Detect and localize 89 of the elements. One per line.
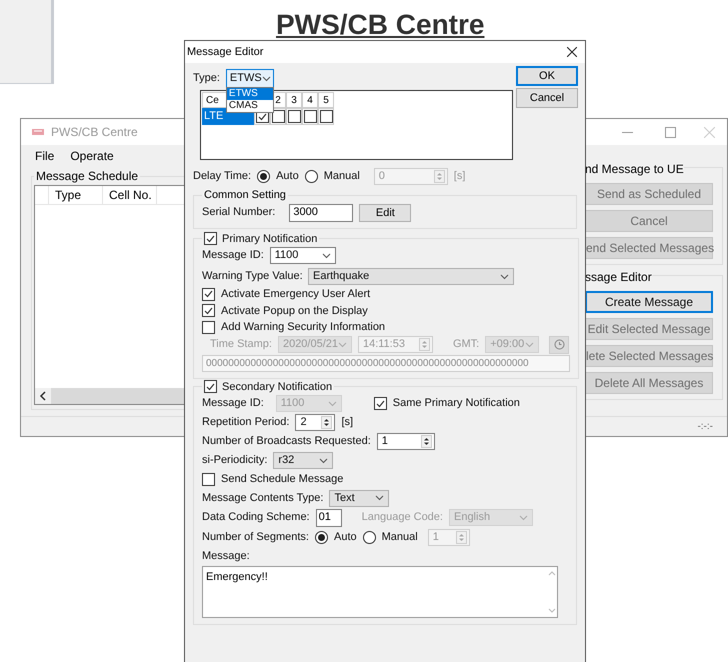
radio-button[interactable] [315,530,328,544]
clock-button[interactable] [549,336,570,354]
column-header[interactable]: Cell No. [103,186,157,204]
field-label: Same Primary Notification [392,396,520,412]
field-label: Number of Segments: [202,530,309,545]
dropdown[interactable]: Text [329,490,390,506]
dropdown[interactable]: 1100 [270,247,336,264]
field-label: Warning Type Value: [202,269,302,284]
checkbox[interactable] [204,380,217,394]
message-field[interactable]: Emergency!! [202,566,558,618]
field-label: Number of Broadcasts Requested: [202,434,371,450]
chevron-down-icon [525,342,534,348]
dropdown[interactable]: r32 [273,452,334,469]
column-header: 3 [286,92,302,108]
field-label: Message ID: [202,248,264,264]
close-icon[interactable] [567,47,577,57]
field-label: Delay Time: [193,169,252,184]
field-label: Language Code: [362,510,443,526]
field-label: Repetition Period: [202,415,290,430]
field-label: Serial Number: [202,205,276,220]
checkbox[interactable] [204,232,217,246]
field-label: Activate Popup on the Display [221,304,368,318]
checkbox[interactable] [202,320,215,334]
chevron-down-icon [319,458,328,464]
field-label: Time Stamp: [210,337,272,352]
radio-button[interactable] [304,170,318,183]
column-header: 4 [302,92,318,108]
clock-icon [554,339,565,350]
app-logo-icon [31,127,45,137]
column-header[interactable]: Type [49,186,103,204]
field-label: Secondary Notification [222,380,332,394]
field-label: [s] [341,415,354,430]
field-label: Manual [324,169,360,184]
window-title: PWS/CB Centre [51,124,138,141]
chevron-down-icon [322,252,331,258]
chevron-down-icon [328,400,337,406]
field-label: Send Schedule Message [221,472,344,487]
checkbox[interactable] [374,397,387,410]
field-label: Auto [276,169,299,184]
menu-item[interactable]: File [35,147,54,165]
radio-button[interactable] [257,170,270,183]
field-label: Manual [382,530,418,545]
serial-number-field[interactable]: 3000 [289,204,354,222]
menu-item[interactable]: Operate [70,147,114,165]
field-label: Primary Notification [222,232,318,246]
edit-button[interactable]: Edit [359,204,412,222]
field-label: Activate Emergency User Alert [221,287,370,302]
checkbox[interactable] [202,472,215,486]
field-label: GMT: [452,337,480,352]
checkbox[interactable] [320,110,332,123]
coding-scheme-field[interactable]: 01 [316,508,342,526]
chevron-down-icon [518,514,528,520]
spin-field[interactable]: 1 [376,433,435,450]
chevron-down-icon [375,495,384,501]
maximize-icon[interactable] [665,126,676,138]
chevron-down-icon [262,76,271,82]
chevron-down-icon [500,274,509,280]
group-title: Common Setting [204,188,286,203]
spin-arrows-icon[interactable] [321,416,332,429]
radio-button[interactable] [362,530,376,544]
status-text: -:-:- [697,420,713,434]
action-button[interactable]: Create Message [585,291,713,313]
spin-field[interactable]: 2 [295,414,336,431]
field-label: Add Warning Security Information [221,320,386,335]
field-label: Message: [202,548,251,564]
field-label: Auto [334,530,357,545]
dialog-button[interactable]: Cancel [516,88,578,108]
field-label: Data Coding Scheme: [202,510,310,526]
field-label: Message ID: [202,396,264,412]
type-dropdown[interactable]: ETWS [226,69,274,88]
dropdown[interactable]: Earthquake [308,268,514,285]
checkbox[interactable] [272,110,284,123]
checkbox[interactable] [202,304,215,318]
spin-arrows-icon[interactable] [420,435,432,448]
dialog-title: Message Editor [187,44,264,60]
field-label: Message Contents Type: [202,490,324,506]
field-label: si-Periodicity: [202,453,268,468]
chevron-down-icon [338,342,348,348]
group-title: Message Schedule [35,168,140,185]
page-title: PWS/CB Centre [276,8,484,42]
field-label: [s] [454,169,466,184]
checkbox[interactable] [288,110,300,123]
dropdown-option[interactable]: ETWS [226,88,273,100]
checkbox[interactable] [304,110,316,123]
scroll-left-icon[interactable] [35,388,51,404]
column-header: 5 [318,92,334,108]
dialog-button[interactable]: OK [516,66,578,86]
field-label: Type: [193,71,220,86]
checkbox[interactable] [202,288,215,301]
